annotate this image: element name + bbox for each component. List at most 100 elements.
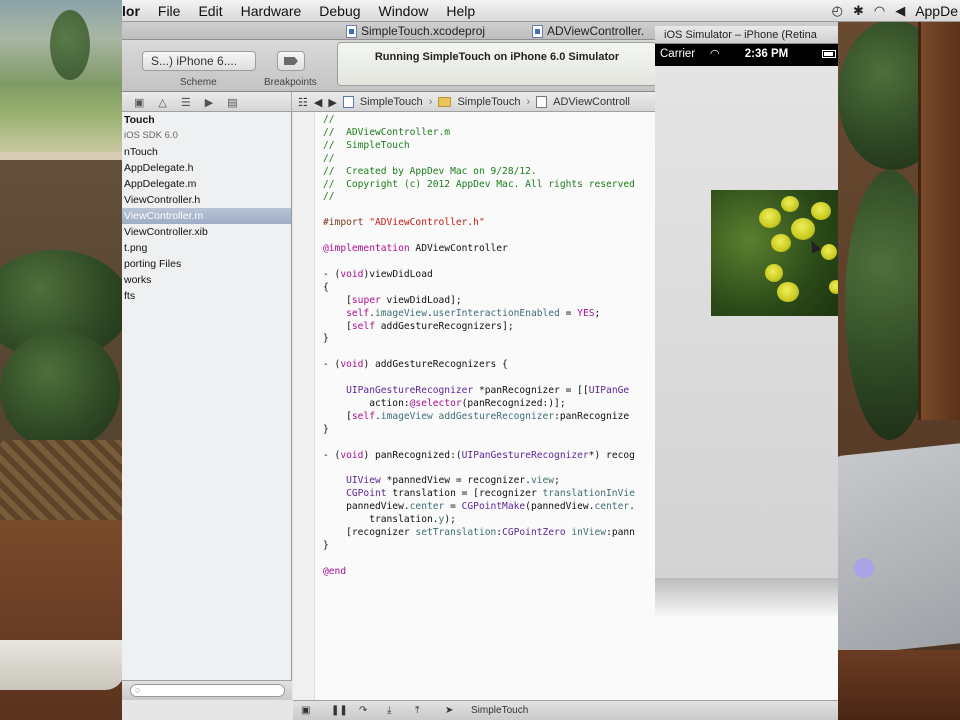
code-line[interactable] — [323, 346, 635, 359]
symbol-navigator-icon[interactable]: ☰ — [181, 96, 191, 109]
code-line[interactable]: { — [323, 282, 635, 295]
code-line[interactable]: - (void) panRecognized:(UIPanGestureReco… — [323, 450, 635, 463]
navigator-item[interactable]: AppDelegate.m — [122, 176, 291, 192]
code-token: CGPoint — [346, 488, 387, 500]
code-line[interactable] — [323, 230, 635, 243]
navigator-item[interactable]: ViewController.xib — [122, 224, 291, 240]
navigator-item[interactable]: t.png — [122, 240, 291, 256]
log-navigator-icon[interactable]: ▤ — [227, 96, 237, 109]
navigator-item[interactable]: fts — [122, 288, 291, 304]
menu-app-name[interactable]: lor — [122, 3, 149, 19]
project-navigator-icon[interactable]: ▣ — [134, 96, 144, 109]
issue-navigator-icon[interactable]: △ — [158, 96, 166, 109]
breadcrumb-project[interactable]: SimpleTouch — [360, 96, 423, 108]
breakpoint-navigator-icon[interactable]: ▶ — [205, 96, 213, 109]
code-line[interactable]: // — [323, 153, 635, 166]
code-token: pannedView. — [323, 501, 410, 513]
code-line[interactable]: // — [323, 114, 635, 127]
navigator-item[interactable]: nTouch — [122, 144, 291, 160]
code-line[interactable]: // — [323, 191, 635, 204]
menu-hardware[interactable]: Hardware — [232, 3, 311, 19]
forward-arrow-icon[interactable]: ▶ — [328, 96, 336, 109]
code-line[interactable]: #import "ADViewController.h" — [323, 217, 635, 230]
simulator-screen[interactable]: Carrier ◠ 2:36 PM — [655, 44, 838, 578]
activity-viewer: Running SimpleTouch on iPhone 6.0 Simula… — [337, 42, 657, 86]
line-gutter[interactable] — [293, 112, 315, 700]
code-line[interactable] — [323, 256, 635, 269]
location-icon[interactable]: ➤ — [445, 705, 453, 716]
code-line[interactable] — [323, 462, 635, 475]
step-into-icon[interactable]: ⤓ — [387, 705, 391, 716]
code-line[interactable]: action:@selector(panRecognized:)]; — [323, 398, 635, 411]
code-line[interactable]: - (void)viewDidLoad — [323, 269, 635, 282]
tab-viewcontroller[interactable]: ADViewController. — [532, 22, 644, 40]
code-line[interactable]: pannedView.center = CGPointMake(pannedVi… — [323, 501, 635, 514]
hide-debug-area-icon[interactable]: ▣ — [301, 705, 310, 716]
code-token: // — [323, 152, 335, 164]
code-line[interactable]: } — [323, 424, 635, 437]
navigator-item[interactable]: ViewController.m — [122, 208, 291, 224]
code-line[interactable]: - (void) addGestureRecognizers { — [323, 359, 635, 372]
code-line[interactable] — [323, 553, 635, 566]
code-line[interactable]: @end — [323, 566, 635, 579]
code-line[interactable]: // ADViewController.m — [323, 127, 635, 140]
app-view[interactable] — [655, 66, 838, 578]
related-files-icon[interactable]: ☷ — [298, 96, 308, 109]
back-arrow-icon[interactable]: ◀ — [314, 96, 322, 109]
volume-icon[interactable]: ◀ — [895, 3, 905, 19]
menu-file[interactable]: File — [149, 3, 190, 19]
code-text[interactable]: //// ADViewController.m// SimpleTouch///… — [323, 114, 635, 579]
code-line[interactable]: [recognizer setTranslation:CGPointZero i… — [323, 527, 635, 540]
menu-debug[interactable]: Debug — [310, 3, 369, 19]
code-token: // SimpleTouch — [323, 139, 410, 151]
breakpoints-button[interactable] — [277, 51, 305, 71]
code-line[interactable]: [self addGestureRecognizers]; — [323, 321, 635, 334]
navigator-item[interactable]: works — [122, 272, 291, 288]
code-line[interactable]: UIPanGestureRecognizer *panRecognizer = … — [323, 385, 635, 398]
code-token: void — [340, 268, 364, 280]
simulator-title[interactable]: iOS Simulator – iPhone (Retina — [655, 26, 838, 44]
breadcrumb-group[interactable]: SimpleTouch — [457, 96, 520, 108]
step-out-icon[interactable]: ⤒ — [415, 705, 419, 716]
flower-blossom — [771, 234, 791, 252]
code-token: ); — [444, 514, 456, 526]
code-line[interactable]: @implementation ADViewController — [323, 243, 635, 256]
code-line[interactable]: [self.imageView addGestureRecognizer:pan… — [323, 411, 635, 424]
navigator-item[interactable]: porting Files — [122, 256, 291, 272]
menu-help[interactable]: Help — [437, 3, 484, 19]
code-line[interactable]: translation.y); — [323, 514, 635, 527]
code-line[interactable]: // Created by AppDev Mac on 9/28/12. — [323, 166, 635, 179]
navigator-item[interactable]: ViewController.h — [122, 192, 291, 208]
code-line[interactable]: self.imageView.userInteractionEnabled = … — [323, 308, 635, 321]
code-line[interactable]: UIView *pannedView = recognizer.view; — [323, 475, 635, 488]
navigator-item[interactable]: Touch — [122, 112, 291, 128]
code-token: imageView — [380, 410, 433, 422]
code-line[interactable] — [323, 437, 635, 450]
code-line[interactable] — [323, 372, 635, 385]
step-over-icon[interactable]: ↷ — [359, 705, 367, 716]
code-token: } — [323, 539, 329, 551]
menu-window[interactable]: Window — [370, 3, 438, 19]
code-line[interactable] — [323, 204, 635, 217]
draggable-image[interactable] — [711, 190, 838, 316]
navigator-item[interactable]: iOS SDK 6.0 — [122, 128, 291, 144]
scheme-popup[interactable]: S...) iPhone 6.... — [142, 51, 256, 71]
code-line[interactable]: } — [323, 333, 635, 346]
code-line[interactable]: } — [323, 540, 635, 553]
menu-user-name[interactable]: AppDe — [915, 3, 960, 19]
code-line[interactable]: [super viewDidLoad]; — [323, 295, 635, 308]
code-line[interactable]: // Copyright (c) 2012 AppDev Mac. All ri… — [323, 179, 635, 192]
breadcrumb-file[interactable]: ADViewControll — [553, 96, 630, 108]
navigator-item[interactable]: AppDelegate.h — [122, 160, 291, 176]
tab-project[interactable]: SimpleTouch.xcodeproj — [346, 22, 485, 40]
code-line[interactable]: // SimpleTouch — [323, 140, 635, 153]
menu-edit[interactable]: Edit — [189, 3, 231, 19]
bluetooth-icon[interactable]: ✱ — [853, 3, 864, 19]
wifi-icon[interactable]: ◠ — [874, 3, 885, 19]
code-line[interactable]: CGPoint translation = [recognizer transl… — [323, 488, 635, 501]
time-machine-icon[interactable]: ◴ — [832, 3, 843, 19]
filter-search-field[interactable]: ○ — [130, 684, 285, 697]
pause-icon[interactable]: ❚❚ — [331, 705, 348, 716]
scheme-label: Scheme — [180, 77, 217, 88]
